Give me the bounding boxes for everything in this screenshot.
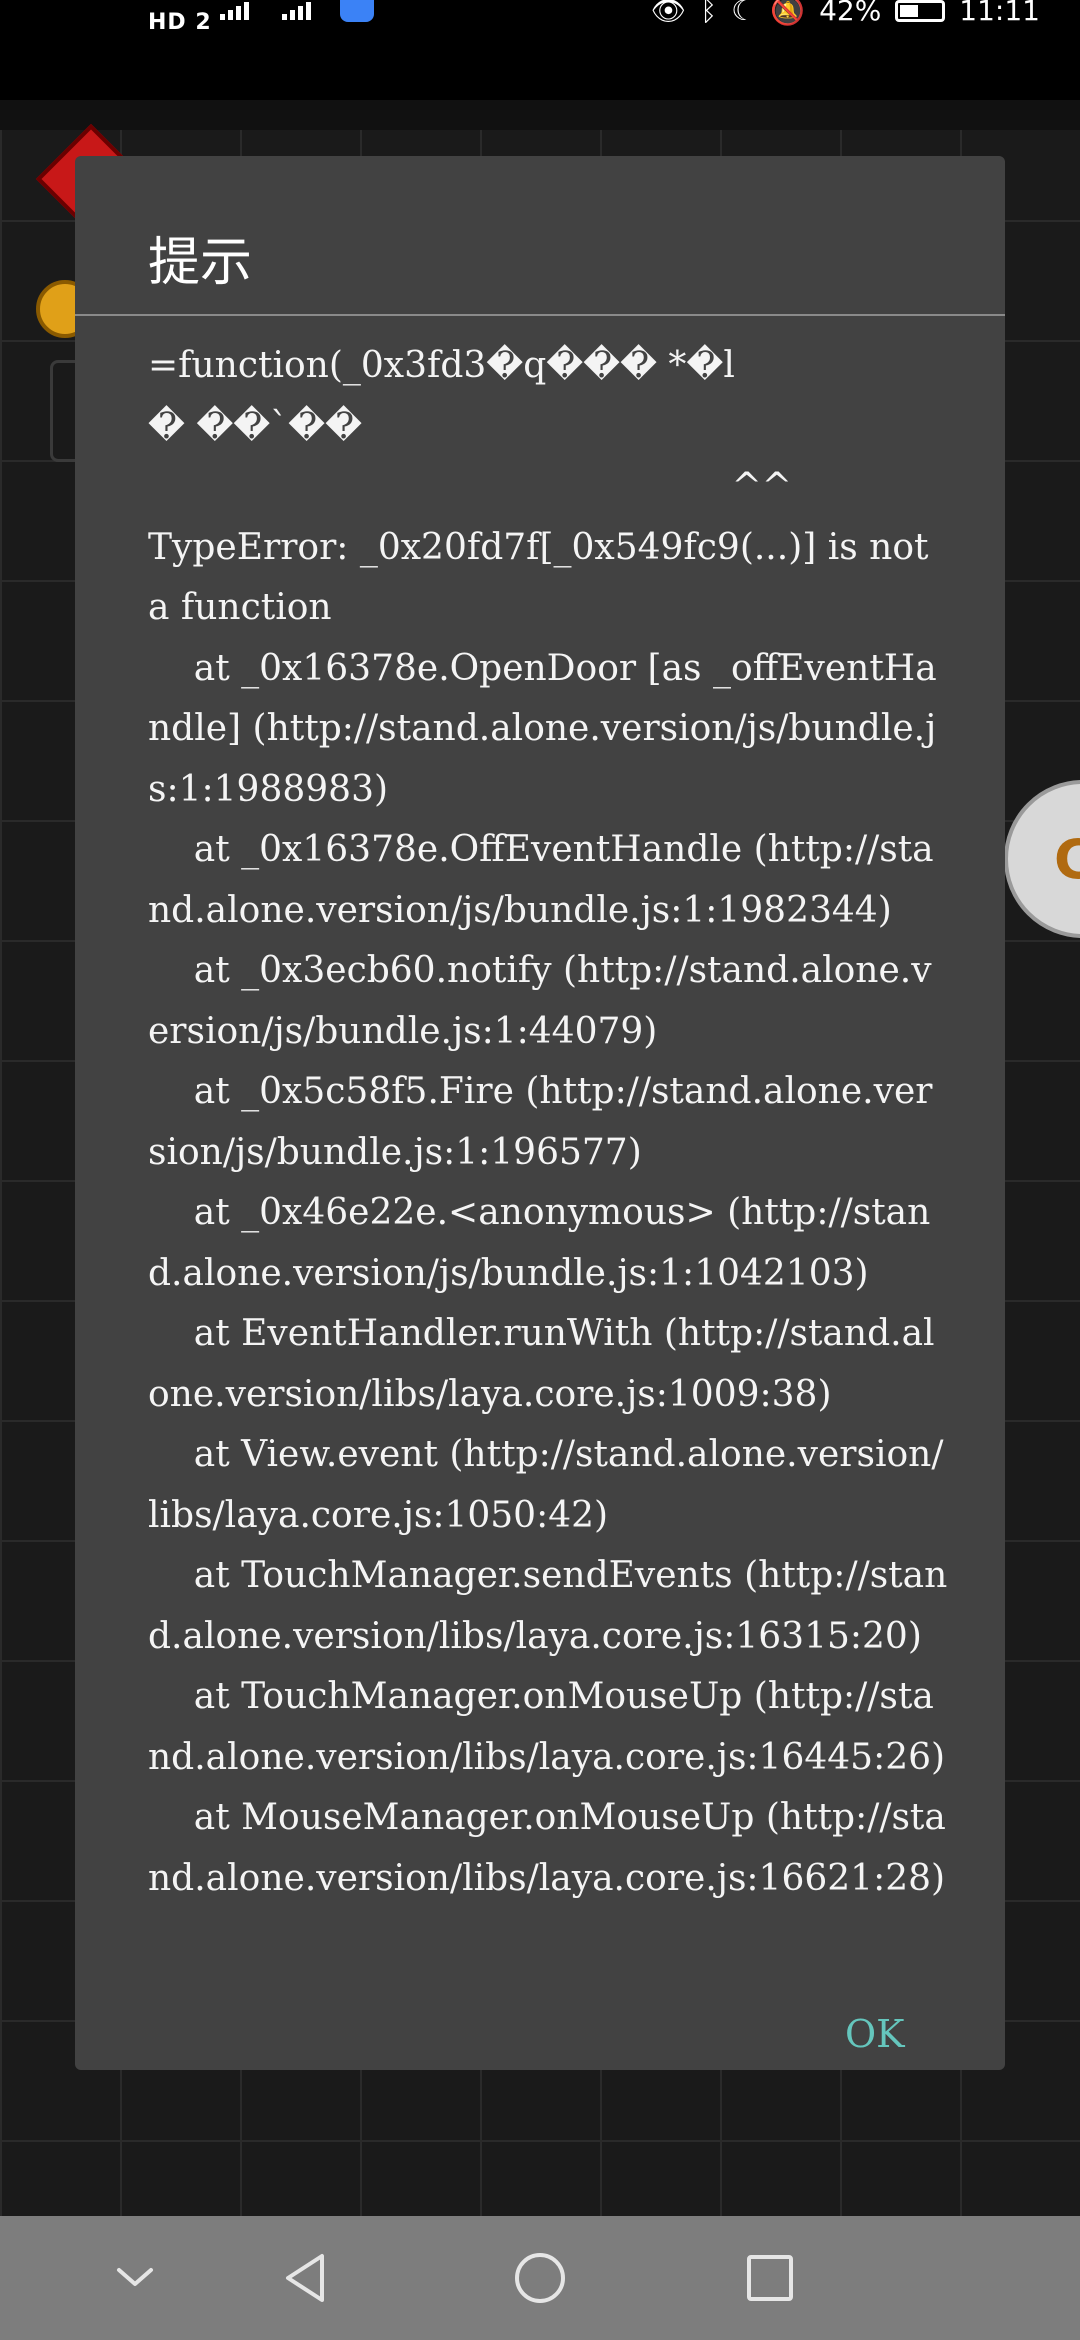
bluetooth-icon: ᛒ bbox=[700, 0, 718, 27]
signal-strength-icon bbox=[220, 0, 249, 20]
battery-percent: 42% bbox=[819, 0, 882, 27]
spiral-icon: C bbox=[1054, 828, 1080, 891]
hd-indicator: HD 2 bbox=[148, 10, 212, 35]
recents-square-icon[interactable] bbox=[740, 2248, 800, 2308]
home-circle-icon[interactable] bbox=[510, 2248, 570, 2308]
battery-icon bbox=[895, 0, 946, 22]
moon-icon: ☾ bbox=[731, 0, 757, 27]
dialog-divider bbox=[75, 314, 1005, 316]
game-top-band bbox=[0, 100, 1080, 130]
ok-button[interactable]: OK bbox=[845, 2012, 905, 2056]
eye-icon: 👁 bbox=[650, 0, 687, 27]
error-dialog: 提示 =function(_0x3fd3�q��� *�l � ��`�� ^^… bbox=[75, 156, 1005, 2070]
back-triangle-icon[interactable] bbox=[278, 2248, 338, 2308]
screen: HD 2 👁 ᛒ ☾ 🔕 42% 11:11 C 提示 =function(_0… bbox=[0, 0, 1080, 2340]
clock: 11:11 bbox=[959, 0, 1040, 27]
status-right-group: 👁 ᛒ ☾ 🔕 42% 11:11 bbox=[651, 0, 1040, 27]
bell-muted-icon: 🔕 bbox=[770, 0, 806, 27]
error-message-text: =function(_0x3fd3�q��� *�l � ��`�� ^^ Ty… bbox=[148, 345, 948, 1899]
dialog-title: 提示 bbox=[148, 233, 253, 293]
chevron-down-icon[interactable] bbox=[105, 2248, 165, 2308]
notification-app-icon bbox=[340, 0, 374, 22]
navigation-bar bbox=[0, 2216, 1080, 2340]
signal-strength-icon bbox=[282, 0, 311, 20]
dialog-message-scroll[interactable]: =function(_0x3fd3�q��� *�l � ��`�� ^^ Ty… bbox=[148, 320, 948, 1980]
status-bar: HD 2 👁 ᛒ ☾ 🔕 42% 11:11 bbox=[0, 0, 1080, 100]
